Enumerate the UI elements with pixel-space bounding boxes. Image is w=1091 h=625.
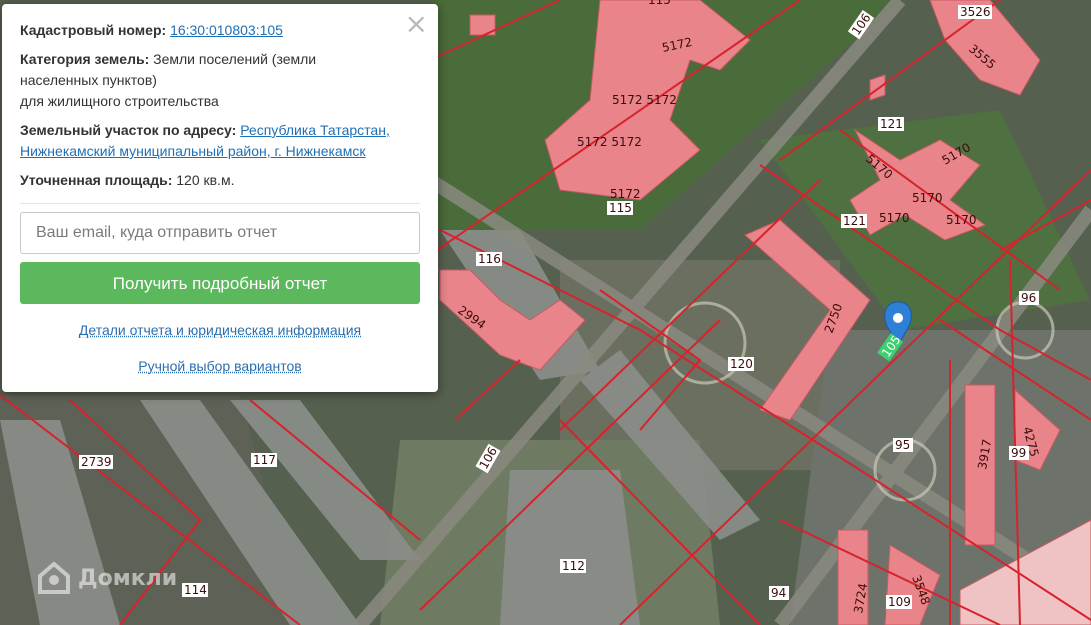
report-details-link[interactable]: Детали отчета и юридическая информация [20, 320, 420, 341]
parcel-label: 95 [895, 438, 910, 452]
close-icon[interactable]: × [405, 8, 428, 40]
parcel-label: 120 [730, 357, 753, 371]
parcel-info-popup: × Кадастровый номер: 16:30:010803:105 Ка… [2, 4, 438, 392]
parcel-label: 5170 [912, 191, 943, 205]
parcel-label: 115 [609, 201, 632, 215]
category-value-line3: для жилищного строительства [20, 93, 219, 109]
category-value-line2: населенных пунктов) [20, 72, 157, 88]
parcel-label: 117 [253, 453, 276, 467]
domclick-logo-icon [38, 561, 70, 594]
address-link[interactable]: Республика Татарстан, [240, 122, 390, 138]
category-value: Земли поселений (земли [153, 51, 317, 67]
cadastral-row: Кадастровый номер: 16:30:010803:105 [20, 20, 420, 41]
watermark-text: Домкли [78, 565, 178, 591]
divider [20, 203, 420, 204]
parcel-label: 5172 5172 [577, 135, 642, 149]
parcel-label: 94 [771, 586, 786, 600]
parcel-label: 5172 [610, 187, 641, 201]
parcel-label: 116 [478, 252, 501, 266]
area-label: Уточненная площадь: [20, 172, 173, 188]
parcel-label: 96 [1021, 291, 1036, 305]
manual-selection-link[interactable]: Ручной выбор вариантов [20, 356, 420, 377]
watermark: Домкли [36, 560, 177, 596]
parcel-label: 5170 [879, 211, 910, 225]
category-row: Категория земель: Земли поселений (земли… [20, 49, 420, 112]
parcel-label: 3526 [960, 5, 991, 19]
parcel-label: 5172 5172 [612, 93, 677, 107]
parcel-label: 121 [880, 117, 903, 131]
area-row: Уточненная площадь: 120 кв.м. [20, 170, 420, 191]
parcel-label: 114 [184, 583, 207, 597]
parcel-label: 99 [1011, 446, 1026, 460]
parcel-label: 2739 [81, 455, 112, 469]
get-report-button[interactable]: Получить подробный отчет [20, 262, 420, 304]
cadastral-label: Кадастровый номер: [20, 22, 167, 38]
parcel-label: 112 [562, 559, 585, 573]
address-label: Земельный участок по адресу: [20, 122, 237, 138]
address-row: Земельный участок по адресу: Республика … [20, 120, 420, 162]
category-label: Категория земель: [20, 51, 150, 67]
parcel-label: 121 [843, 214, 866, 228]
area-value: 120 кв.м. [176, 172, 235, 188]
email-input[interactable] [20, 212, 420, 254]
parcel-label: 5170 [946, 213, 977, 227]
parcel-label: 115 [648, 0, 671, 7]
address-link-line2[interactable]: Нижнекамский муниципальный район, г. Ниж… [20, 143, 365, 159]
parcel-label: 109 [888, 595, 911, 609]
cadastral-number-link[interactable]: 16:30:010803:105 [170, 22, 283, 38]
